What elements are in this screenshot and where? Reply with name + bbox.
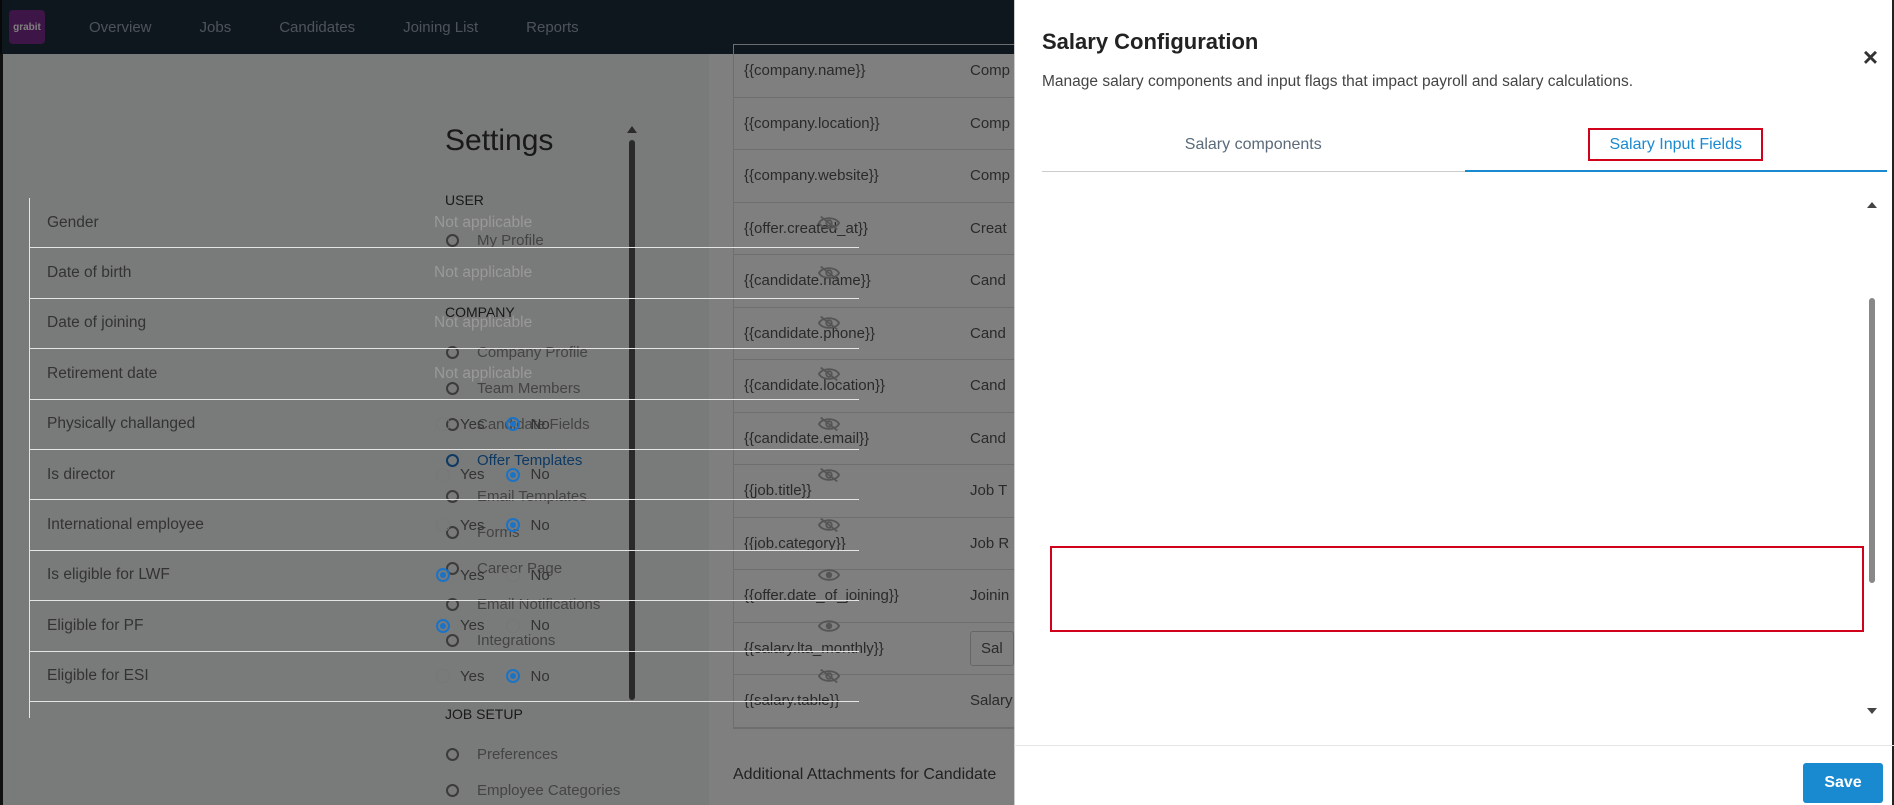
yes-no-radio-group: Yes No — [436, 668, 572, 685]
eye-off-icon[interactable] — [817, 265, 841, 281]
radio-no[interactable]: No — [506, 416, 550, 433]
eye-off-icon[interactable] — [817, 668, 841, 684]
yes-no-radio-group: Yes No — [436, 517, 572, 534]
radio-circle-icon[interactable] — [506, 669, 521, 684]
list-item: Retirement date Not applicable — [30, 349, 859, 400]
list-item: Eligible for PF Yes No — [30, 601, 859, 652]
radio-circle-icon[interactable] — [506, 417, 521, 432]
field-label: Eligible for ESI — [47, 667, 149, 685]
eye-off-icon[interactable] — [817, 416, 841, 432]
field-label: Retirement date — [47, 364, 158, 382]
list-item: Excess EPF contributionYesNo — [30, 702, 859, 719]
field-label: Physically challanged — [47, 415, 196, 433]
eye-off-icon[interactable] — [817, 215, 841, 231]
radio-circle-icon[interactable] — [436, 568, 450, 583]
not-applicable-text: Not applicable — [434, 314, 533, 332]
tab-salary-components[interactable]: Salary components — [1042, 128, 1465, 172]
radio-circle-icon[interactable] — [506, 518, 521, 533]
modal-tabs: Salary components Salary Input Fields — [1042, 128, 1887, 172]
radio-no[interactable]: No — [506, 466, 550, 483]
field-label: Gender — [47, 213, 99, 231]
eye-off-icon[interactable] — [817, 366, 841, 382]
yes-no-radio-group: Yes No — [436, 416, 572, 433]
radio-yes[interactable]: Yes — [436, 466, 484, 483]
scroll-up-icon[interactable] — [1867, 202, 1877, 208]
radio-no[interactable]: No — [506, 567, 550, 584]
list-item: Gender Not applicable — [30, 198, 859, 249]
field-label: Eligible for PF — [47, 616, 144, 634]
field-label: Date of joining — [47, 314, 147, 332]
field-label: Is director — [47, 465, 116, 483]
radio-circle-icon[interactable] — [436, 417, 450, 432]
radio-yes[interactable]: Yes — [436, 416, 484, 433]
close-icon[interactable]: × — [1863, 42, 1878, 73]
radio-yes[interactable]: Yes — [436, 668, 484, 685]
list-item: Eligible for ESI Yes No — [30, 652, 859, 702]
radio-circle-icon[interactable] — [506, 467, 521, 482]
yes-no-radio-group: Yes No — [436, 567, 572, 584]
radio-no[interactable]: No — [506, 668, 550, 685]
list-item: Physically challanged Yes No — [30, 400, 859, 450]
list-item: Is eligible for LWF Yes No — [30, 551, 859, 602]
eye-off-icon[interactable] — [817, 467, 841, 483]
radio-no[interactable]: No — [506, 617, 550, 634]
radio-yes[interactable]: Yes — [436, 617, 484, 634]
radio-circle-icon[interactable] — [506, 568, 521, 583]
save-button[interactable]: Save — [1803, 763, 1883, 803]
radio-no[interactable]: No — [506, 517, 550, 534]
modal-description: Manage salary components and input flags… — [1042, 73, 1634, 90]
fields-scrollbar[interactable] — [1866, 198, 1878, 718]
field-label: Is eligible for LWF — [47, 566, 170, 584]
yes-no-radio-group: Yes No — [436, 617, 572, 634]
eye-icon[interactable] — [817, 618, 841, 634]
radio-circle-icon[interactable] — [506, 618, 521, 633]
salary-input-fields-list: Gender Not applicable Date of birth Not app… — [29, 198, 859, 718]
list-item: International employee Yes No — [30, 500, 859, 551]
list-item: Date of birth Not applicable — [30, 248, 859, 299]
eye-off-icon[interactable] — [817, 315, 841, 331]
tab-salary-input-fields[interactable]: Salary Input Fields — [1464, 128, 1887, 172]
radio-circle-icon[interactable] — [436, 618, 450, 633]
not-applicable-text: Not applicable — [434, 213, 533, 231]
scroll-down-icon[interactable] — [1867, 708, 1877, 714]
radio-circle-icon[interactable] — [436, 669, 450, 684]
eye-off-icon[interactable] — [817, 517, 841, 533]
scroll-thumb[interactable] — [1869, 298, 1875, 583]
footer-divider — [1014, 745, 1894, 746]
list-item: Date of joining Not applicable — [30, 299, 859, 350]
eye-icon[interactable] — [817, 567, 841, 583]
radio-circle-icon[interactable] — [436, 518, 450, 533]
field-label: Date of birth — [47, 264, 132, 282]
list-item: Is director Yes No — [30, 450, 859, 501]
not-applicable-text: Not applicable — [434, 364, 533, 382]
salary-configuration-drawer: Salary Configuration × Manage salary com… — [1014, 0, 1894, 805]
radio-yes[interactable]: Yes — [436, 517, 484, 534]
radio-yes[interactable]: Yes — [436, 567, 484, 584]
not-applicable-text: Not applicable — [434, 264, 533, 282]
field-label: International employee — [47, 516, 204, 534]
highlight-box — [1050, 546, 1864, 632]
radio-circle-icon[interactable] — [436, 467, 450, 482]
modal-title: Salary Configuration — [1042, 29, 1259, 54]
yes-no-radio-group: Yes No — [436, 466, 572, 483]
